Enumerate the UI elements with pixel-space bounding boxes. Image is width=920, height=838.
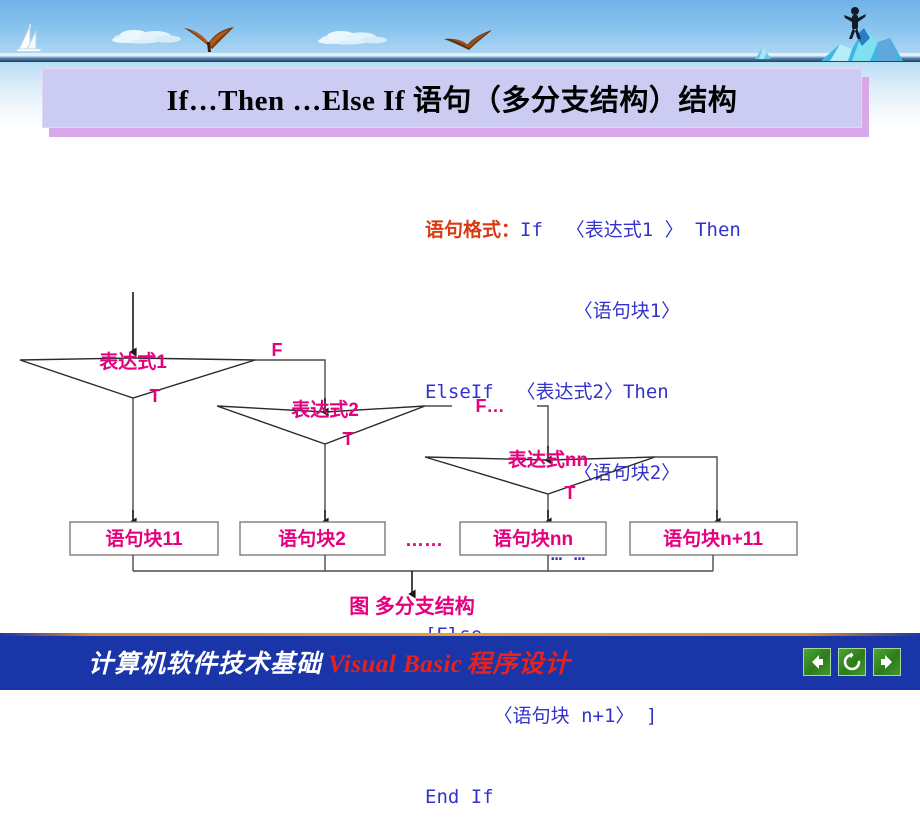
iceberg-icon (753, 44, 779, 65)
code-line-6: 〈语句块 n+1〉 ] (425, 705, 658, 727)
decision-2-true-label: T (343, 429, 354, 449)
sailboat-icon (12, 22, 56, 63)
flowchart: 表达式1 F T 表达式2 F… T 表达式nn T 语句块11 语句块2 ……… (0, 150, 920, 620)
process-box-1-label: 语句块11 (105, 527, 183, 550)
replay-button[interactable] (838, 648, 866, 676)
decision-2-false-label: F… (476, 396, 505, 416)
code-line-7: End If (425, 786, 494, 808)
decision-3-true-label: T (565, 483, 576, 503)
decision-node-2-label: 表达式2 (291, 398, 359, 421)
forward-button[interactable] (873, 648, 901, 676)
cloud-icon (110, 27, 190, 52)
iceberg-icon (818, 7, 906, 67)
process-box-2-label: 语句块2 (278, 527, 346, 550)
climber-figure-icon (844, 7, 866, 39)
decision-node-3-label: 表达式nn (508, 448, 588, 471)
refresh-icon (843, 652, 861, 671)
decision-node-1-label: 表达式1 (99, 350, 167, 373)
cloud-icon (315, 28, 395, 53)
decision-1-false-label: F (272, 340, 283, 360)
footer-top-rule (0, 633, 920, 636)
process-box-3-label: 语句块nn (493, 527, 573, 550)
footer-product-name: Visual Basic (328, 651, 463, 678)
arrow-right-icon (881, 655, 892, 669)
title-plate: If…Then …Else If 语句（多分支结构）结构 (42, 68, 862, 128)
figure-caption: 图 多分支结构 (349, 594, 475, 618)
decision-3-false-path (655, 456, 718, 518)
bird-icon (442, 27, 494, 58)
process-box-4-label: 语句块n+11 (663, 527, 763, 550)
page-title: If…Then …Else If 语句（多分支结构）结构 (166, 85, 738, 117)
process-ellipsis: …… (405, 530, 443, 551)
arrow-left-icon (812, 655, 823, 669)
back-button[interactable] (803, 648, 831, 676)
footer-bar: 计算机软件技术基础 Visual Basic 程序设计 (0, 633, 920, 690)
decision-1-true-label: T (150, 386, 161, 406)
decision-2-false-path (537, 405, 549, 448)
footer-title: 计算机软件技术基础 Visual Basic 程序设计 (88, 644, 571, 680)
footer-course-name: 计算机软件技术基础 (88, 651, 323, 678)
decision-1-false-path (255, 359, 326, 402)
footer-subtitle: 程序设计 (466, 651, 571, 678)
bird-icon (180, 22, 238, 59)
